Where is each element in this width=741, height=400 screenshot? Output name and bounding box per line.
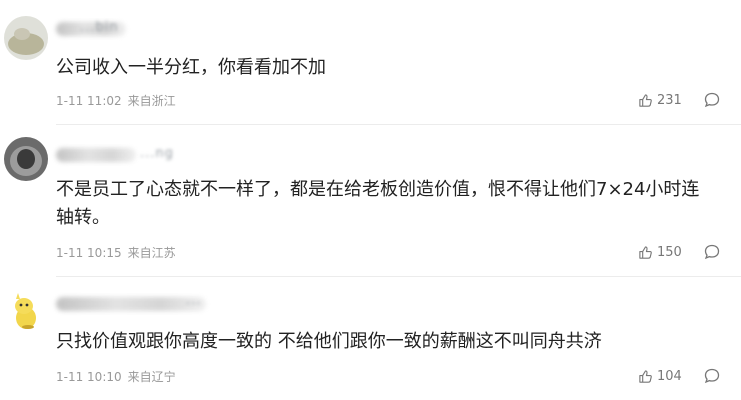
comment-bubble-icon[interactable]	[703, 243, 721, 261]
timestamp: 1-11 10:15	[56, 246, 122, 260]
thumbs-up-icon	[639, 93, 652, 107]
comment-text: 只找价值观跟你高度一致的 不给他们跟你一致的薪酬这不叫同舟共济	[56, 331, 602, 352]
username[interactable]: ...bin	[80, 20, 119, 35]
avatar[interactable]	[4, 137, 48, 181]
thumbs-up-icon	[639, 369, 652, 383]
comment-meta: 1-11 10:10 来自辽宁	[56, 368, 176, 385]
avatar[interactable]	[4, 290, 48, 334]
like-count: 231	[657, 92, 682, 108]
username[interactable]: ...	[186, 293, 201, 308]
timestamp: 1-11 11:02	[56, 94, 122, 108]
like-button[interactable]: 150	[638, 242, 682, 262]
location: 来自江苏	[127, 246, 176, 260]
divider	[56, 124, 741, 125]
like-count: 104	[657, 368, 682, 384]
location: 来自辽宁	[127, 370, 176, 384]
username-blurred[interactable]	[56, 148, 136, 162]
timestamp: 1-11 10:10	[56, 370, 122, 384]
like-button[interactable]: 104	[638, 366, 682, 386]
comment-meta: 1-11 10:15 来自江苏	[56, 244, 176, 261]
comment-bubble-icon[interactable]	[703, 367, 721, 385]
comment-text: 公司收入一半分红，你看看加不加	[56, 57, 326, 78]
username-blurred[interactable]	[56, 297, 206, 311]
divider	[56, 276, 741, 277]
thumbs-up-icon	[639, 245, 652, 259]
comment-meta: 1-11 11:02 来自浙江	[56, 92, 176, 109]
comment-bubble-icon[interactable]	[703, 91, 721, 109]
username[interactable]: ...ng	[140, 146, 174, 161]
like-button[interactable]: 231	[638, 90, 682, 110]
avatar[interactable]	[4, 16, 48, 60]
location: 来自浙江	[127, 94, 176, 108]
like-count: 150	[657, 244, 682, 260]
comment-text: 不是员工了心态就不一样了，都是在给老板创造价值，恨不得让他们7×24小时连轴转。	[56, 179, 700, 228]
